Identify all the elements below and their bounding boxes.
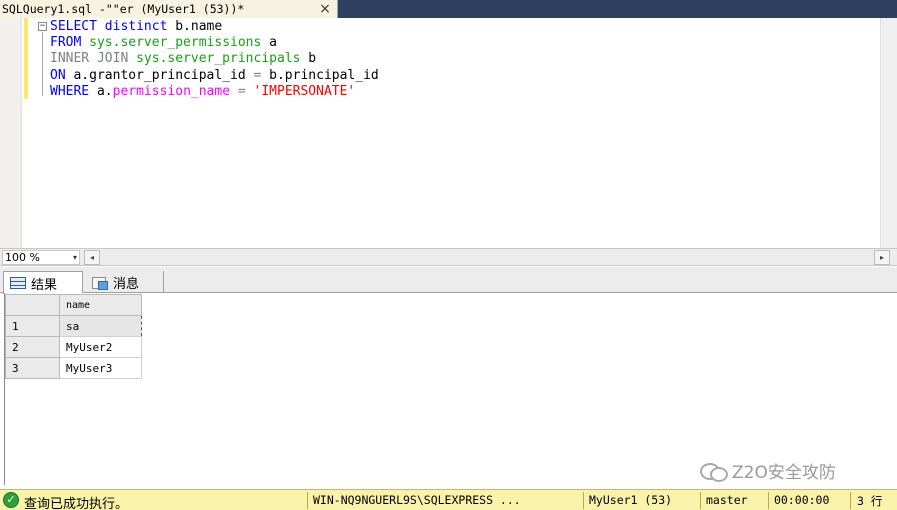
wechat-icon bbox=[700, 461, 728, 482]
code-token: a. bbox=[96, 83, 113, 99]
status-message: 查询已成功执行。 bbox=[24, 497, 129, 510]
status-separator bbox=[768, 492, 769, 509]
watermark-text: Z2O安全攻防 bbox=[732, 463, 836, 483]
results-grid: name 1 sa 2 MyUser2 3 MyUser3 bbox=[5, 294, 142, 379]
watermark: Z2O安全攻防 bbox=[700, 458, 836, 483]
code-token: INNER JOIN bbox=[50, 51, 137, 67]
status-separator bbox=[700, 492, 701, 509]
tab-results-label: 结果 bbox=[31, 277, 58, 293]
tab-messages[interactable]: 消息 bbox=[86, 271, 164, 293]
column-header-name[interactable]: name bbox=[59, 294, 142, 316]
row-number[interactable]: 1 bbox=[5, 315, 60, 337]
row-number[interactable]: 3 bbox=[5, 357, 60, 379]
code-line[interactable]: ON a.grantor_principal_id = b.principal_… bbox=[50, 68, 379, 84]
zoom-dropdown[interactable]: 100 % ▾ bbox=[2, 250, 80, 265]
status-bar: ✓ 查询已成功执行。 WIN-NQ9NGUERL9S\SQLEXPRESS ..… bbox=[0, 489, 897, 510]
results-tab-bar: 结果 消息 bbox=[0, 267, 897, 294]
zoom-scroll-bar: 100 % ▾ ◂ ▸ bbox=[0, 248, 897, 266]
grid-corner[interactable] bbox=[5, 294, 60, 316]
code-token: = bbox=[230, 83, 254, 99]
chevron-down-icon[interactable]: ▾ bbox=[73, 251, 77, 264]
code-line[interactable]: SELECT distinct b.name bbox=[50, 19, 379, 35]
results-pane: name 1 sa 2 MyUser2 3 MyUser3 bbox=[4, 293, 897, 485]
table-row: 2 MyUser2 bbox=[5, 336, 142, 358]
grid-header-row: name bbox=[5, 294, 142, 316]
status-separator bbox=[583, 492, 584, 509]
query-tab-title: SQLQuery1.sql -""er (MyUser1 (53))* bbox=[2, 2, 245, 16]
code-token: ON bbox=[50, 67, 74, 83]
code-token: sys.server_principals bbox=[136, 51, 301, 67]
editor-margin bbox=[0, 18, 22, 248]
table-row: 1 sa bbox=[5, 315, 142, 337]
status-separator bbox=[850, 492, 851, 509]
code-token: sys.server_permissions bbox=[89, 35, 262, 51]
status-server: WIN-NQ9NGUERL9S\SQLEXPRESS ... bbox=[313, 493, 521, 507]
status-separator bbox=[307, 492, 308, 509]
grid-cell[interactable]: sa bbox=[59, 315, 142, 337]
scroll-right-icon[interactable]: ▸ bbox=[874, 250, 890, 265]
messages-icon bbox=[92, 275, 108, 290]
code-token: FROM bbox=[50, 35, 90, 51]
code-token: b.name bbox=[175, 19, 223, 34]
code-token: WHERE bbox=[50, 83, 97, 99]
grid-cell[interactable]: MyUser3 bbox=[59, 357, 142, 379]
grid-icon bbox=[10, 277, 26, 289]
success-check-icon: ✓ bbox=[3, 492, 19, 508]
collapse-region-icon[interactable]: − bbox=[38, 22, 47, 31]
code-token: b.principal_id bbox=[261, 67, 379, 83]
query-document-tab[interactable]: SQLQuery1.sql -""er (MyUser1 (53))* × bbox=[0, 0, 338, 18]
code-line[interactable]: FROM sys.server_permissions a bbox=[50, 35, 379, 51]
editor-vertical-scrollbar[interactable] bbox=[880, 18, 897, 248]
code-token: a.grantor_principal_id bbox=[73, 67, 254, 83]
row-number[interactable]: 2 bbox=[5, 336, 60, 358]
document-tab-strip: SQLQuery1.sql -""er (MyUser1 (53))* × bbox=[0, 0, 897, 18]
sql-code[interactable]: SELECT distinct b.name FROM sys.server_pe… bbox=[50, 19, 379, 100]
code-token: a bbox=[261, 35, 277, 51]
zoom-value: 100 % bbox=[5, 251, 40, 264]
status-elapsed: 00:00:00 bbox=[774, 493, 830, 507]
close-icon[interactable]: × bbox=[316, 0, 334, 18]
change-indicator-bar bbox=[24, 18, 28, 99]
status-user: MyUser1 (53) bbox=[589, 493, 673, 507]
code-token: permission_name bbox=[112, 83, 231, 99]
code-token: SELECT distinct bbox=[50, 19, 176, 34]
status-database: master bbox=[706, 493, 748, 507]
code-token: 'IMPERSONATE' bbox=[253, 83, 356, 99]
code-line[interactable]: WHERE a.permission_name = 'IMPERSONATE' bbox=[50, 84, 379, 100]
status-row-count: 3 行 bbox=[857, 494, 883, 508]
outline-guide bbox=[42, 32, 43, 96]
code-line[interactable]: INNER JOIN sys.server_principals b bbox=[50, 51, 379, 67]
table-row: 3 MyUser3 bbox=[5, 357, 142, 379]
query-editor[interactable]: − SELECT distinct b.name FROM sys.server_… bbox=[0, 18, 897, 248]
tab-messages-label: 消息 bbox=[113, 276, 140, 292]
tab-results[interactable]: 结果 bbox=[3, 271, 83, 294]
code-token: b bbox=[300, 51, 317, 67]
grid-cell[interactable]: MyUser2 bbox=[59, 336, 142, 358]
scroll-left-icon[interactable]: ◂ bbox=[84, 250, 100, 265]
